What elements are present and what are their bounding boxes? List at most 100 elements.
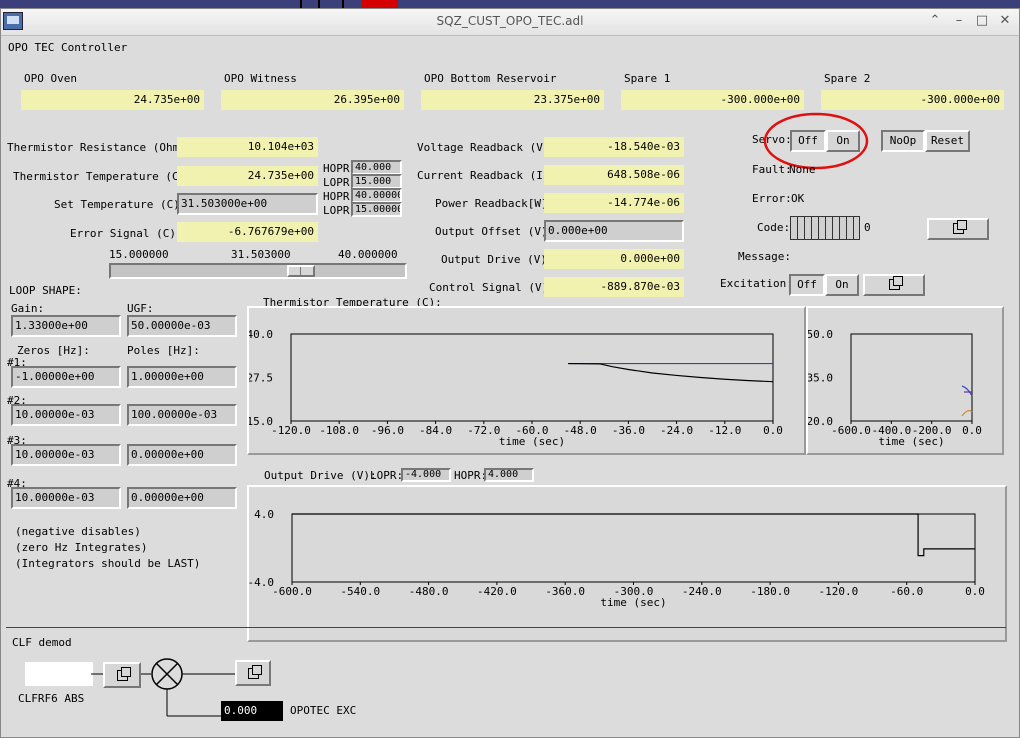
slider-min-label: 15.000000 [109,248,169,261]
error-signal-label: Error Signal (C): [70,227,183,240]
drive-lopr-label: LOPR: [370,469,404,482]
thermistor-temperature-label: Thermistor Temperature (C): [13,170,192,183]
x-tick-label: -84.0 [419,424,452,437]
excitation-label: Excitation: [720,277,793,290]
drive-hopr-label: HOPR: [454,469,488,482]
temperature-long-strip-chart: -600.0 -400.0 -200.0 0.0 50.0 35.0 20.0 time (s… [806,306,1004,455]
x-axis-label: time (sec) [878,435,944,448]
x-tick-label: -600.0 [831,424,871,437]
channel-label: OPO Oven [24,72,77,85]
x-tick-label: 0.0 [965,585,985,598]
temperature-chart-svg: -120.0 -108.0 -96.0 -84.0 -72.0 -60.0 -48.0 -36… [249,328,783,448]
code-label: Code: [757,221,791,234]
y-tick-label: -4.0 [249,576,274,589]
pole-2-input[interactable]: 100.00000e-03 [127,404,237,426]
error-label: Error: [752,192,792,205]
x-axis-label: time (sec) [499,435,565,448]
minimize-icon[interactable]: – [951,13,967,29]
shade-icon[interactable]: ⌃ [927,13,943,29]
note-text: (zero Hz Integrates) [15,541,148,554]
gain-input[interactable]: 1.33000e+00 [11,315,121,337]
current-readback-label: Current Readback (I): [417,169,557,182]
gain-label: Gain: [11,302,45,315]
slider-handle[interactable] [286,265,315,277]
voltage-readback-value: -18.540e-03 [544,137,684,157]
demod-mixer-diagram [91,658,235,717]
desktop-strip-divider [318,0,320,8]
y-tick-label: 4.0 [254,508,274,521]
excitation-related-display-button[interactable] [863,274,925,296]
thermistor-lopr-input[interactable]: 15.000 [351,174,402,189]
y-tick-label: 27.5 [249,372,273,385]
current-readback-value: 648.508e-06 [544,165,684,185]
output-drive-value: 0.000e+00 [544,249,684,269]
clf-input-label: CLFRF6 ABS [18,692,85,705]
code-related-display-button[interactable] [927,218,989,240]
pole-1-input[interactable]: 1.00000e+00 [127,366,237,388]
y-tick-label: 35.0 [808,372,833,385]
thermistor-temperature-value: 24.735e+00 [177,166,318,186]
channel-label: Spare 1 [624,72,671,85]
panel-heading: OPO TEC Controller [8,41,128,54]
series-tail [961,410,973,417]
noop-button[interactable]: NoOp [881,130,925,152]
channel-label: Spare 2 [824,72,871,85]
related-display-icon [952,220,967,234]
thermistor-resistance-label: Thermistor Resistance (Ohm): [7,141,193,154]
close-icon[interactable]: ✕ [997,13,1013,29]
plot-frame [291,513,976,583]
output-drive-strip-chart: -600.0 -540.0 -480.0 -420.0 -360.0 -300.0 -240… [247,485,1007,642]
clf-input-box [25,662,93,686]
x-tick-label: -96.0 [371,424,404,437]
x-tick-label: 0.0 [962,424,982,437]
zero-2-input[interactable]: 10.00000e-03 [11,404,121,426]
maximize-icon[interactable]: □ [974,13,990,29]
excitation-on-button[interactable]: On [825,274,859,296]
poles-label: Poles [Hz]: [127,344,200,357]
set-temperature-input[interactable]: 31.503000e+00 [177,193,318,215]
x-tick-label: -420.0 [477,585,517,598]
fault-label: Fault: [752,163,792,176]
x-tick-label: -60.0 [890,585,923,598]
channel-value: 23.375e+00 [421,90,604,110]
x-tick-label: -108.0 [319,424,359,437]
control-signal-label: Control Signal (V): [429,281,555,294]
drive-plot-title: Output Drive (V): [264,469,377,482]
channel-value: 24.735e+00 [21,90,204,110]
set-temp-hopr-input[interactable]: 40.00000 [351,188,402,203]
set-temp-lopr-input[interactable]: 15.00000 [351,202,402,217]
output-drive-chart-svg: -600.0 -540.0 -480.0 -420.0 -360.0 -300.0 -240… [249,508,985,609]
x-tick-label: -540.0 [340,585,380,598]
pole-3-input[interactable]: 0.00000e+00 [127,444,237,466]
x-tick-label: -360.0 [545,585,585,598]
drive-hopr-input[interactable]: 4.000 [484,468,534,482]
desktop-strip-divider [300,0,302,8]
output-offset-input[interactable]: 0.000e+00 [544,220,684,242]
x-tick-label: -240.0 [682,585,722,598]
series-line [292,513,975,557]
thermistor-hopr-input[interactable]: 40.000 [351,160,402,175]
fault-value: None [789,163,816,176]
y-tick-label: 15.0 [249,415,273,428]
thermistor-resistance-value: 10.104e+03 [177,137,318,157]
zero-3-input[interactable]: 10.00000e-03 [11,444,121,466]
code-bit-indicator [790,216,860,240]
ugf-input[interactable]: 50.00000e-03 [127,315,237,337]
excitation-off-button[interactable]: Off [789,274,825,296]
set-temperature-slider[interactable] [109,263,407,279]
control-signal-value: -889.870e-03 [544,277,684,297]
channel-label: OPO Witness [224,72,297,85]
section-divider [6,627,1006,628]
pole-4-input[interactable]: 0.00000e+00 [127,487,237,509]
zeros-label: Zeros [Hz]: [17,344,90,357]
drive-lopr-input[interactable]: -4.000 [401,468,451,482]
reset-button[interactable]: Reset [925,130,970,152]
channel-value: -300.000e+00 [621,90,804,110]
related-display-icon [888,276,903,290]
zero-1-input[interactable]: -1.00000e+00 [11,366,121,388]
y-tick-label: 40.0 [249,328,273,341]
zero-4-input[interactable]: 10.00000e-03 [11,487,121,509]
x-tick-label: -120.0 [819,585,859,598]
x-axis-label: time (sec) [600,596,666,609]
power-readback-value: -14.774e-06 [544,193,684,213]
